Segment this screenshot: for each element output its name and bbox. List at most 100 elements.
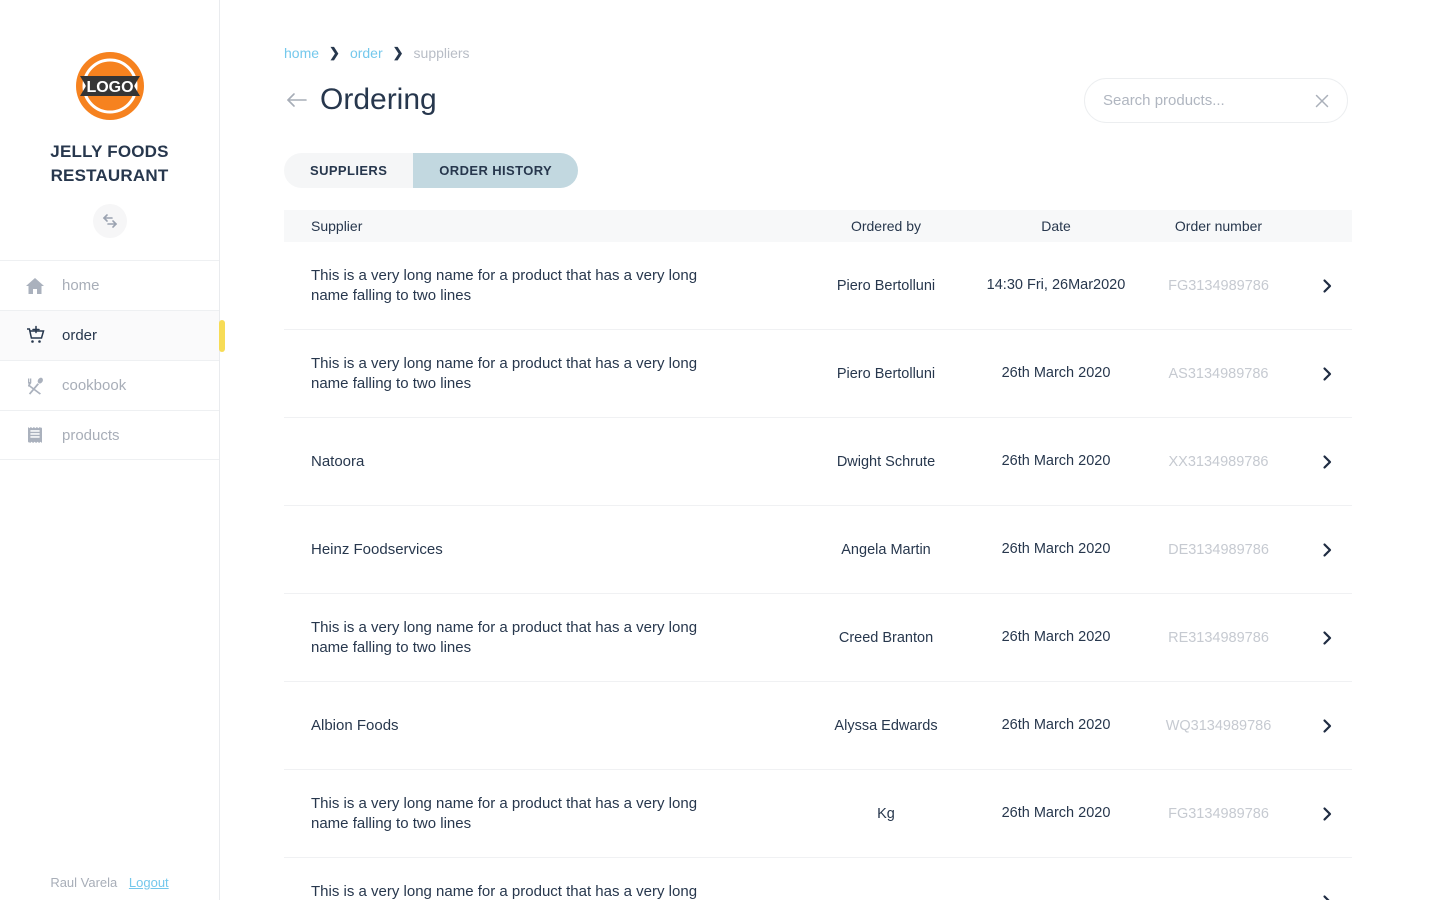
cell-supplier: This is a very long name for a product t… xyxy=(311,795,698,832)
cell-order-number: AS3134989786 xyxy=(1168,365,1269,382)
breadcrumb-item-order[interactable]: order xyxy=(350,45,383,61)
cell-ordered-by: Dwight Schrute xyxy=(836,453,936,470)
search-input[interactable] xyxy=(1103,92,1313,109)
cell-supplier: This is a very long name for a product t… xyxy=(311,619,698,656)
cutlery-icon xyxy=(24,375,46,397)
sidebar-item-label: order xyxy=(62,327,98,345)
cell-supplier: Heinz Foodservices xyxy=(311,540,443,558)
sidebar-item-label: cookbook xyxy=(62,377,127,395)
cell-ordered-by: Piero Bertolluni xyxy=(836,365,936,382)
back-button[interactable] xyxy=(284,87,310,113)
row-open-button[interactable] xyxy=(1301,894,1352,900)
column-header-order-number: Order number xyxy=(1174,218,1263,234)
table-row[interactable]: This is a very long name for a product t… xyxy=(284,770,1352,858)
cart-plus-icon xyxy=(24,325,46,347)
cell-ordered-by: Piero Bertolluni xyxy=(836,277,936,294)
chevron-right-icon xyxy=(1319,366,1335,382)
breadcrumb-item-home[interactable]: home xyxy=(284,45,319,61)
chevron-right-icon xyxy=(1319,630,1335,646)
table-body: This is a very long name for a product t… xyxy=(284,242,1352,900)
logo: LOGO xyxy=(72,48,148,124)
sidebar-nav: home order cookbook products xyxy=(0,260,225,461)
logout-link[interactable]: Logout xyxy=(129,875,169,890)
table-row[interactable]: This is a very long name for a product t… xyxy=(284,242,1352,330)
chevron-right-icon xyxy=(1319,894,1335,900)
row-open-button[interactable] xyxy=(1301,630,1352,646)
row-open-button[interactable] xyxy=(1301,542,1352,558)
row-open-button[interactable] xyxy=(1301,366,1352,382)
order-history-table: Supplier Ordered by Date Order number Th… xyxy=(284,210,1352,900)
arrow-left-icon xyxy=(287,93,307,107)
cell-supplier: This is a very long name for a product t… xyxy=(311,355,698,392)
cell-date: 26th March 2020 xyxy=(1001,453,1111,470)
tab-suppliers[interactable]: SUPPLIERS xyxy=(284,153,414,188)
cell-supplier: Natoora xyxy=(311,452,365,470)
cell-date: 26th March 2020 xyxy=(1001,805,1111,822)
brand-name: JELLY FOODS RESTAURANT xyxy=(50,142,169,186)
sidebar-item-home[interactable]: home xyxy=(0,260,219,310)
table-row[interactable]: This is a very long name for a product t… xyxy=(284,594,1352,682)
chevron-right-icon xyxy=(1319,806,1335,822)
chevron-right-icon xyxy=(1319,542,1335,558)
brand-block: LOGO JELLY FOODS RESTAURANT xyxy=(0,0,219,239)
row-open-button[interactable] xyxy=(1301,718,1352,734)
clear-search-button[interactable] xyxy=(1313,92,1331,110)
sidebar-item-products[interactable]: products xyxy=(0,410,219,461)
sidebar-item-label: home xyxy=(62,277,100,295)
home-icon xyxy=(24,275,46,297)
column-header-supplier: Supplier xyxy=(311,218,363,234)
page-title: Ordering xyxy=(320,83,437,116)
logo-wrap: LOGO xyxy=(0,48,219,124)
cell-date: 26th March 2020 xyxy=(1001,541,1111,558)
search-box[interactable] xyxy=(1084,78,1348,123)
table-row[interactable]: This is a very long name for a product t… xyxy=(284,858,1352,900)
table-row[interactable]: Albion Foods Alyssa Edwards 26th March 202… xyxy=(284,682,1352,770)
tab-order-history[interactable]: ORDER HISTORY xyxy=(413,153,579,188)
column-header-date: Date xyxy=(1041,218,1071,234)
cell-order-number: XX3134989786 xyxy=(1168,453,1269,470)
sidebar-item-label: products xyxy=(62,426,120,444)
sidebar-footer: Raul Varela Logout xyxy=(0,875,219,900)
cell-ordered-by: Kg xyxy=(877,805,895,822)
cell-order-number: FG3134989786 xyxy=(1168,277,1269,294)
main-content: home ❯ order ❯ suppliers Ordering Search… xyxy=(220,0,1440,900)
chevron-right-icon: ❯ xyxy=(392,45,404,60)
logo-text: LOGO xyxy=(86,79,133,96)
cell-supplier: Albion Foods xyxy=(311,716,399,734)
table-row[interactable]: Heinz Foodservices Angela Martin 26th Marc… xyxy=(284,506,1352,594)
sidebar: LOGO JELLY FOODS RESTAURANT home order c… xyxy=(0,0,225,900)
row-open-button[interactable] xyxy=(1301,806,1352,822)
cell-ordered-by: Alyssa Edwards xyxy=(834,717,938,734)
cell-ordered-by: Angela Martin xyxy=(841,541,931,558)
cell-supplier: This is a very long name for a product t… xyxy=(311,267,698,304)
cell-order-number: DE3134989786 xyxy=(1168,541,1269,558)
collapse-arrows-icon xyxy=(102,214,117,229)
sidebar-collapse-button[interactable] xyxy=(92,204,127,239)
breadcrumb-item-suppliers: suppliers xyxy=(413,45,470,61)
cell-supplier: This is a very long name for a product t… xyxy=(311,883,698,900)
table-header-row: Supplier Ordered by Date Order number xyxy=(284,210,1352,242)
cell-date: 14:30 Fri, 26Mar2020 xyxy=(986,277,1126,294)
sidebar-item-order[interactable]: order xyxy=(0,310,225,361)
current-user-name: Raul Varela xyxy=(50,875,118,890)
chevron-right-icon: ❯ xyxy=(329,45,340,60)
chevron-right-icon xyxy=(1319,278,1335,294)
cell-date: 26th March 2020 xyxy=(1001,365,1111,382)
close-icon xyxy=(1315,94,1329,107)
cell-order-number: FG3134989786 xyxy=(1168,805,1269,822)
breadcrumb: home ❯ order ❯ suppliers xyxy=(284,0,1410,61)
column-header-ordered-by: Ordered by xyxy=(850,218,922,234)
cell-order-number: WQ3134989786 xyxy=(1165,717,1272,734)
table-row[interactable]: This is a very long name for a product t… xyxy=(284,330,1352,418)
row-open-button[interactable] xyxy=(1301,454,1352,470)
tab-bar: SUPPLIERS ORDER HISTORY xyxy=(284,153,579,188)
cell-date: 26th March 2020 xyxy=(1001,629,1111,646)
cell-order-number: RE3134989786 xyxy=(1168,629,1269,646)
cell-date: 26th March 2020 xyxy=(1001,717,1111,734)
app-root: LOGO JELLY FOODS RESTAURANT home order c… xyxy=(0,0,1440,900)
chevron-right-icon xyxy=(1319,454,1335,470)
row-open-button[interactable] xyxy=(1301,278,1352,294)
table-row[interactable]: Natoora Dwight Schrute 26th March 2020 XX31… xyxy=(284,418,1352,506)
sidebar-item-cookbook[interactable]: cookbook xyxy=(0,360,219,410)
receipt-icon xyxy=(24,424,46,446)
